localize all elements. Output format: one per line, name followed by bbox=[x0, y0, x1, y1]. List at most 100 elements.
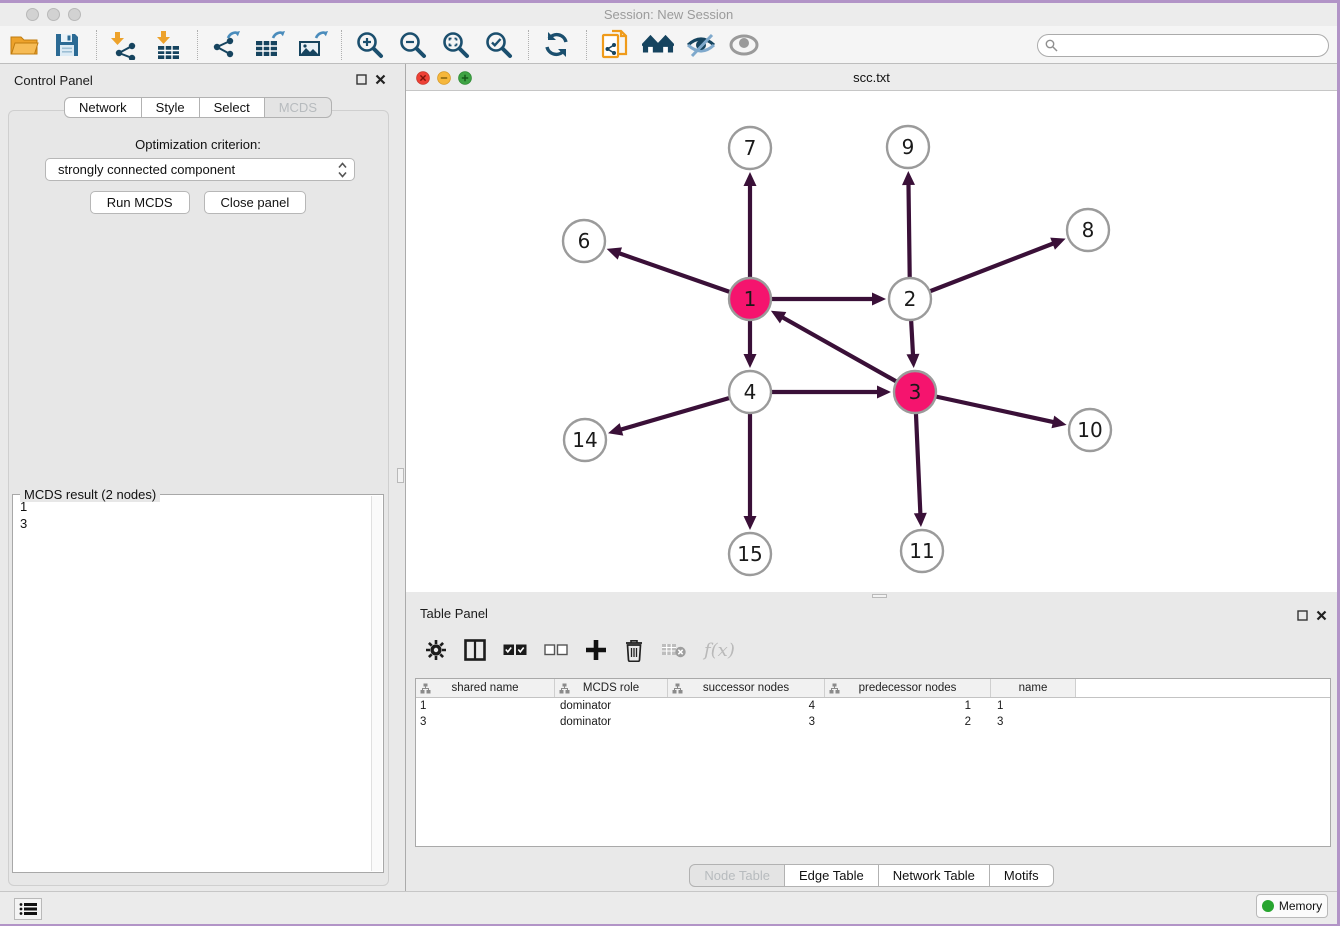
float-panel-icon[interactable] bbox=[356, 74, 367, 85]
column-header-label: successor nodes bbox=[703, 682, 789, 694]
main-titlebar: Session: New Session bbox=[0, 3, 1337, 26]
criterion-dropdown[interactable]: strongly connected component bbox=[45, 158, 355, 181]
vertical-splitter[interactable] bbox=[396, 64, 406, 891]
eye-slash-icon bbox=[685, 32, 717, 58]
save-session-button[interactable] bbox=[51, 29, 83, 61]
edge-arrowhead bbox=[902, 171, 915, 185]
memory-status-icon bbox=[1262, 900, 1274, 912]
criterion-dropdown-value: strongly connected component bbox=[58, 162, 235, 177]
column-header-name[interactable]: name bbox=[991, 679, 1076, 697]
home-layout-button[interactable] bbox=[642, 29, 674, 61]
add-column-icon[interactable] bbox=[585, 639, 607, 661]
edge-3-1[interactable] bbox=[783, 318, 915, 392]
duplicate-network-button[interactable] bbox=[599, 29, 631, 61]
table-body: 1dominator4113dominator323 bbox=[416, 698, 1330, 730]
open-session-button[interactable] bbox=[8, 29, 40, 61]
close-panel-icon[interactable] bbox=[375, 74, 386, 85]
node-label-7: 7 bbox=[744, 136, 757, 160]
tab-motifs[interactable]: Motifs bbox=[990, 864, 1054, 887]
table-row[interactable]: 1dominator411 bbox=[416, 698, 1330, 714]
settings-gear-icon[interactable] bbox=[425, 639, 447, 661]
import-network-button[interactable] bbox=[109, 29, 141, 61]
float-panel-icon[interactable] bbox=[1297, 610, 1308, 621]
column-header-label: name bbox=[1019, 682, 1048, 694]
node-label-9: 9 bbox=[902, 135, 915, 159]
table-cell[interactable]: 3 bbox=[416, 714, 555, 730]
horizontal-splitter[interactable] bbox=[406, 592, 1337, 600]
network-canvas[interactable]: 7968124314101511 bbox=[406, 91, 1337, 592]
select-all-check-icon[interactable] bbox=[503, 643, 527, 657]
tab-select[interactable]: Select bbox=[200, 97, 265, 118]
application-window: Session: New Session bbox=[0, 3, 1337, 924]
main-toolbar bbox=[0, 26, 1337, 64]
edge-arrowhead bbox=[744, 172, 757, 186]
node-label-4: 4 bbox=[744, 380, 757, 404]
zoom-out-button[interactable] bbox=[397, 29, 429, 61]
tab-edge-table[interactable]: Edge Table bbox=[785, 864, 879, 887]
close-panel-button[interactable]: Close panel bbox=[204, 191, 307, 214]
table-cell[interactable]: 3 bbox=[991, 714, 1076, 730]
column-header-successor-nodes[interactable]: successor nodes bbox=[668, 679, 825, 697]
apply-function-icon[interactable]: f(x) bbox=[704, 640, 735, 661]
export-image-button[interactable] bbox=[296, 29, 328, 61]
deselect-all-icon[interactable] bbox=[544, 643, 568, 657]
optimization-criterion-label: Optimization criterion: bbox=[0, 137, 396, 152]
run-mcds-button[interactable]: Run MCDS bbox=[90, 191, 190, 214]
mcds-result-list[interactable]: 1 3 bbox=[20, 499, 27, 532]
table-toolbar: f(x) bbox=[425, 630, 735, 670]
hide-panel-button[interactable] bbox=[685, 29, 717, 61]
table-cell[interactable]: 4 bbox=[668, 698, 825, 714]
window-title: Session: New Session bbox=[0, 7, 1337, 22]
dropdown-stepper-icon bbox=[338, 161, 347, 179]
task-history-button[interactable] bbox=[14, 898, 42, 920]
table-row[interactable]: 3dominator323 bbox=[416, 714, 1330, 730]
splitter-grip[interactable] bbox=[872, 594, 887, 598]
refresh-icon bbox=[542, 30, 572, 60]
delete-table-icon[interactable] bbox=[661, 641, 687, 659]
network-window-title: scc.txt bbox=[406, 70, 1337, 85]
delete-column-trash-icon[interactable] bbox=[624, 638, 644, 662]
edge-arrowhead bbox=[1051, 416, 1066, 429]
search-field[interactable] bbox=[1037, 34, 1329, 57]
table-cell[interactable]: 2 bbox=[825, 714, 991, 730]
zoom-in-button[interactable] bbox=[354, 29, 386, 61]
edge-2-8[interactable] bbox=[910, 244, 1053, 299]
column-header-MCDS-role[interactable]: MCDS role bbox=[555, 679, 668, 697]
toolbar-separator bbox=[197, 30, 198, 60]
tab-style[interactable]: Style bbox=[142, 97, 200, 118]
zoom-selected-button[interactable] bbox=[483, 29, 515, 61]
network-window-titlebar: scc.txt bbox=[406, 64, 1337, 91]
node-label-10: 10 bbox=[1077, 418, 1102, 442]
close-panel-icon[interactable] bbox=[1316, 610, 1327, 621]
column-header-shared-name[interactable]: shared name bbox=[416, 679, 555, 697]
refresh-view-button[interactable] bbox=[541, 29, 573, 61]
tab-mcds[interactable]: MCDS bbox=[265, 97, 332, 118]
tab-node-table[interactable]: Node Table bbox=[689, 864, 785, 887]
edge-arrowhead bbox=[744, 354, 757, 368]
memory-button[interactable]: Memory bbox=[1256, 894, 1328, 918]
table-cell[interactable]: dominator bbox=[555, 714, 668, 730]
result-scrollbar[interactable] bbox=[371, 496, 382, 871]
table-cell[interactable]: 3 bbox=[668, 714, 825, 730]
column-tree-icon bbox=[559, 683, 570, 694]
import-network-icon bbox=[110, 30, 140, 60]
export-network-button[interactable] bbox=[210, 29, 242, 61]
column-header-predecessor-nodes[interactable]: predecessor nodes bbox=[825, 679, 991, 697]
edge-arrowhead bbox=[914, 513, 927, 527]
show-panel-button[interactable] bbox=[728, 29, 760, 61]
duplicate-network-icon bbox=[600, 29, 630, 61]
search-input[interactable] bbox=[1063, 39, 1313, 53]
table-cell[interactable]: dominator bbox=[555, 698, 668, 714]
tab-network[interactable]: Network bbox=[64, 97, 142, 118]
table-cell[interactable]: 1 bbox=[416, 698, 555, 714]
import-table-button[interactable] bbox=[152, 29, 184, 61]
export-table-button[interactable] bbox=[253, 29, 285, 61]
zoom-fit-button[interactable] bbox=[440, 29, 472, 61]
splitter-grip[interactable] bbox=[397, 468, 404, 483]
table-cell[interactable]: 1 bbox=[991, 698, 1076, 714]
column-organize-icon[interactable] bbox=[464, 639, 486, 661]
tab-network-table[interactable]: Network Table bbox=[879, 864, 990, 887]
export-table-icon bbox=[253, 30, 285, 60]
table-cell[interactable]: 1 bbox=[825, 698, 991, 714]
control-panel-title: Control Panel bbox=[14, 73, 93, 88]
